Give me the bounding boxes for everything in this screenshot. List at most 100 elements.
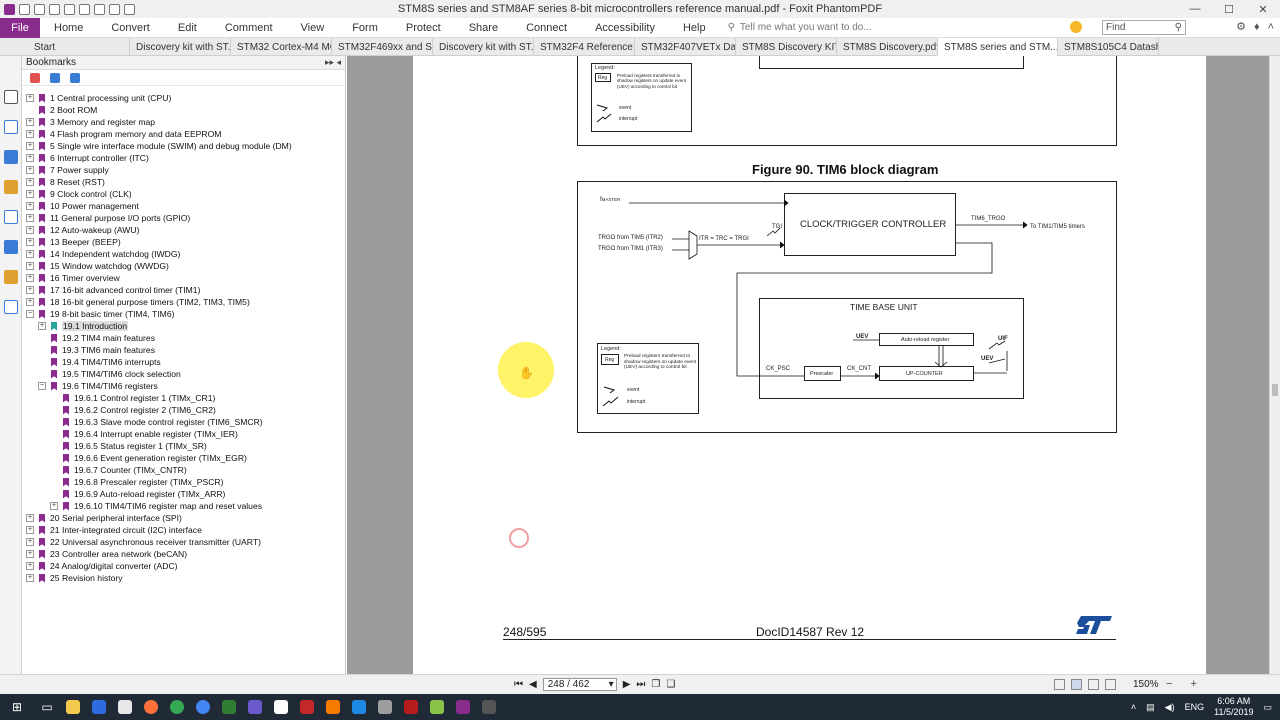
bookmark-item[interactable]: +23 Controller area network (beCAN)	[26, 548, 187, 560]
close-icon[interactable]: ✕	[1246, 0, 1280, 18]
expand-toggle-icon[interactable]: +	[26, 94, 34, 102]
menu-accessibility[interactable]: Accessibility	[581, 18, 669, 38]
expand-toggle-icon[interactable]: +	[26, 562, 34, 570]
language-indicator[interactable]: ENG	[1185, 702, 1205, 712]
tell-me-box[interactable]: ⚲ Tell me what you want to do...	[728, 22, 872, 33]
bookmark-item[interactable]: +21 Inter-integrated circuit (I2C) inter…	[26, 524, 202, 536]
redo-icon[interactable]	[109, 3, 120, 15]
bookmark-item[interactable]: 19.6.2 Control register 2 (TIM6_CR2)	[50, 404, 216, 416]
bookmark-item[interactable]: +10 Power management	[26, 200, 139, 212]
taskbar-app-icon[interactable]	[216, 694, 242, 720]
bookmark-item[interactable]: 19.6.6 Event generation register (TIMx_E…	[50, 452, 247, 464]
taskbar-app-icon[interactable]	[268, 694, 294, 720]
tab-document[interactable]: STM8S105C4 Datashe...	[1058, 38, 1159, 56]
taskbar-app-icon[interactable]	[112, 694, 138, 720]
bookmark-item[interactable]: 19.6.4 Interrupt enable register (TIMx_I…	[50, 428, 238, 440]
expand-toggle-icon[interactable]: +	[26, 250, 34, 258]
bookmark-item[interactable]: +15 Window watchdog (WWDG)	[26, 260, 169, 272]
taskbar-app-icon[interactable]	[294, 694, 320, 720]
chrome-icon[interactable]	[164, 694, 190, 720]
chevron-up-icon[interactable]: ˄	[1131, 702, 1136, 712]
tab-document[interactable]: STM32F407VETx Dat...	[635, 38, 736, 56]
facing-page-icon[interactable]	[1088, 679, 1099, 690]
zoom-level[interactable]: 150%	[1133, 679, 1159, 690]
tab-document[interactable]: STM32F469xx and ST...	[332, 38, 433, 56]
notification-icon[interactable]: ▭	[1263, 702, 1272, 713]
menu-convert[interactable]: Convert	[97, 18, 164, 38]
vertical-scrollbar[interactable]	[1269, 56, 1280, 674]
expand-toggle-icon[interactable]: +	[26, 178, 34, 186]
next-page-icon[interactable]: ▶	[623, 679, 631, 690]
bookmark-item[interactable]: +12 Auto-wakeup (AWU)	[26, 224, 139, 236]
expand-toggle-icon[interactable]: +	[26, 130, 34, 138]
bookmark-item[interactable]: 19.6.9 Auto-reload register (TIMx_ARR)	[50, 488, 225, 500]
menu-form[interactable]: Form	[338, 18, 392, 38]
taskbar-app-icon[interactable]	[372, 694, 398, 720]
bookmark-item[interactable]: +13 Beeper (BEEP)	[26, 236, 121, 248]
continuous-page-icon[interactable]	[1071, 679, 1082, 690]
expand-toggle-icon[interactable]: +	[26, 538, 34, 546]
expand-toggle-icon[interactable]: +	[26, 550, 34, 558]
split-view-icon[interactable]: ❏	[666, 679, 675, 690]
page-thumbnail-icon[interactable]	[4, 90, 18, 104]
bookmark-item[interactable]: 19.2 TIM4 main features	[38, 332, 155, 344]
bookmark-item[interactable]: +1 Central processing unit (CPU)	[26, 92, 171, 104]
expand-toggle-icon[interactable]: +	[26, 238, 34, 246]
tab-document[interactable]: STM32F4 Reference ...	[534, 38, 635, 56]
file-menu[interactable]: File	[0, 17, 40, 38]
expand-toggle-icon[interactable]: +	[26, 286, 34, 294]
bookmark-item[interactable]: +9 Clock control (CLK)	[26, 188, 132, 200]
print-icon[interactable]	[49, 3, 60, 15]
expand-toggle-icon[interactable]: +	[26, 142, 34, 150]
find-input[interactable]: Find ⚲	[1102, 20, 1186, 35]
taskbar-app-icon[interactable]	[320, 694, 346, 720]
bookmark-item[interactable]: 19.6.5 Status register 1 (TIMx_SR)	[50, 440, 207, 452]
previous-page-icon[interactable]: ◀	[529, 679, 537, 690]
minimize-icon[interactable]: —	[1178, 0, 1212, 18]
menu-view[interactable]: View	[287, 18, 339, 38]
bookmark-item[interactable]: +19.6.10 TIM4/TIM6 register map and rese…	[50, 500, 262, 512]
bookmark-item[interactable]: +6 Interrupt controller (ITC)	[26, 152, 149, 164]
windows-start-icon[interactable]: ⊞	[0, 694, 34, 720]
collapse-bookmark-icon[interactable]	[70, 72, 80, 83]
bookmark-item[interactable]: +17 16-bit advanced control timer (TIM1)	[26, 284, 200, 296]
expand-toggle-icon[interactable]: +	[26, 514, 34, 522]
undo-icon[interactable]	[94, 3, 105, 15]
expand-toggle-icon[interactable]: +	[26, 118, 34, 126]
expand-bookmark-icon[interactable]	[50, 72, 60, 83]
network-icon[interactable]: ▤	[1146, 702, 1155, 713]
email-icon[interactable]	[79, 3, 90, 15]
new-bookmark-icon[interactable]	[30, 72, 40, 83]
signature-icon[interactable]	[4, 240, 18, 254]
bookmark-item[interactable]: +16 Timer overview	[26, 272, 120, 284]
tab-start[interactable]: Start	[0, 38, 130, 56]
attachment-icon[interactable]	[4, 210, 18, 224]
tab-active-document[interactable]: STM8S series and STM...✕	[938, 38, 1058, 56]
bookmark-item[interactable]: +20 Serial peripheral interface (SPI)	[26, 512, 182, 524]
collapse-toggle-icon[interactable]: −	[38, 382, 46, 390]
collapse-toggle-icon[interactable]: −	[26, 310, 34, 318]
open-icon[interactable]	[19, 3, 30, 15]
bookmark-item[interactable]: − 19 8-bit basic timer (TIM4, TIM6)	[26, 308, 174, 320]
expand-toggle-icon[interactable]: +	[26, 202, 34, 210]
bookmark-item[interactable]: 19.3 TIM6 main features	[38, 344, 155, 356]
taskbar-app-icon[interactable]	[242, 694, 268, 720]
bookmark-item[interactable]: 2 Boot ROM	[26, 104, 97, 116]
taskbar-app-icon[interactable]	[86, 694, 112, 720]
menu-help[interactable]: Help	[669, 18, 720, 38]
bookmark-panel-icon[interactable]	[4, 180, 18, 194]
expand-toggle-icon[interactable]: +	[26, 274, 34, 282]
taskbar-app-icon[interactable]	[346, 694, 372, 720]
expand-toggle-icon[interactable]: +	[26, 214, 34, 222]
hand-tool-icon[interactable]	[124, 3, 135, 15]
clock[interactable]: 6:06 AM 11/5/2019	[1214, 696, 1253, 718]
firefox-icon[interactable]	[138, 694, 164, 720]
save-icon[interactable]	[34, 3, 45, 15]
bookmark-item[interactable]: − 19.6 TIM4/TIM6 registers	[38, 380, 158, 392]
comments-icon[interactable]	[4, 150, 18, 164]
expand-toggle-icon[interactable]: +	[26, 154, 34, 162]
lightbulb-icon[interactable]	[1070, 21, 1082, 33]
taskbar-app-icon[interactable]	[424, 694, 450, 720]
bookmark-item[interactable]: +11 General purpose I/O ports (GPIO)	[26, 212, 190, 224]
tab-document[interactable]: Discovery kit with ST...	[433, 38, 534, 56]
